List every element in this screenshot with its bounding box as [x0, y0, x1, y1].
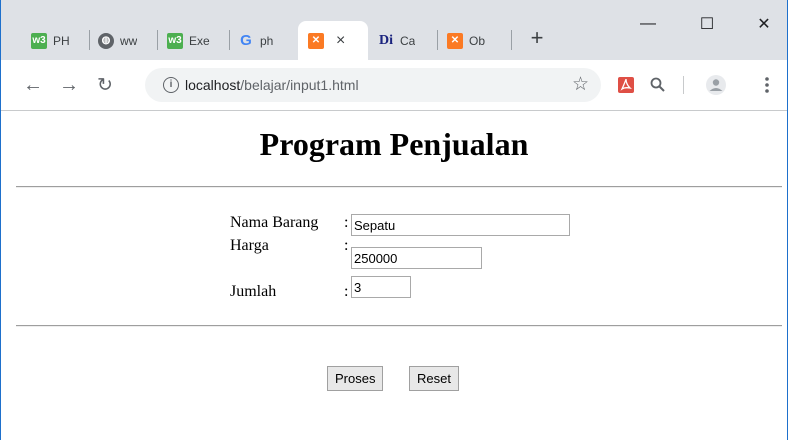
tab-active-xampp[interactable]: ✕ ×	[298, 21, 368, 60]
horizontal-rule	[16, 325, 782, 327]
minimize-button[interactable]: —	[625, 10, 671, 38]
browser-toolbar: ← → ↻ i localhost/belajar/input1.html ☆	[1, 60, 787, 111]
maximize-button[interactable]: ☐	[684, 10, 730, 38]
w3schools-icon: w3	[31, 32, 47, 49]
tab-php[interactable]: w3 PH	[31, 21, 81, 60]
browser-window: w3 PH ◍ ww w3 Exe G ph ✕ × Di Ca ✕ Ob + …	[0, 0, 788, 440]
nama-barang-input[interactable]	[351, 214, 570, 236]
jumlah-input[interactable]	[351, 276, 411, 298]
address-bar[interactable]: i localhost/belajar/input1.html ☆	[145, 68, 601, 102]
reset-button[interactable]: Reset	[409, 366, 459, 391]
tab-separator	[89, 30, 90, 50]
reload-icon[interactable]: ↻	[93, 73, 117, 97]
w3schools-icon: w3	[167, 32, 183, 49]
tab-strip: w3 PH ◍ ww w3 Exe G ph ✕ × Di Ca ✕ Ob + …	[1, 0, 787, 60]
tab-separator	[229, 30, 230, 50]
tab-exercise[interactable]: w3 Exe	[167, 21, 222, 60]
page-content: Program Penjualan Nama Barang : Harga : …	[1, 111, 787, 440]
horizontal-rule	[16, 186, 782, 188]
xampp-icon: ✕	[308, 32, 324, 49]
menu-dots-icon[interactable]	[755, 73, 779, 97]
harga-input[interactable]	[351, 247, 482, 269]
close-window-button[interactable]: ✕	[741, 10, 787, 38]
bookmark-star-icon[interactable]: ☆	[572, 73, 589, 96]
page-title: Program Penjualan	[259, 126, 529, 162]
new-tab-button[interactable]: +	[525, 24, 549, 52]
tab-dictionary[interactable]: Di Ca	[378, 21, 433, 60]
nama-barang-label: Nama Barang	[230, 214, 319, 231]
tab-separator	[437, 30, 438, 50]
tab-close-icon[interactable]: ×	[336, 32, 345, 50]
tab-separator	[511, 30, 512, 50]
xampp-icon: ✕	[447, 32, 463, 49]
google-icon: G	[240, 32, 252, 49]
colon-separator: :	[344, 237, 349, 254]
colon-separator: :	[344, 283, 349, 300]
tab-xampp-ob[interactable]: ✕ Ob	[447, 21, 502, 60]
back-arrow-icon[interactable]: ←	[21, 73, 45, 97]
harga-label: Harga	[230, 237, 269, 254]
url-text[interactable]: localhost/belajar/input1.html	[185, 77, 359, 93]
profile-avatar-icon[interactable]	[704, 73, 728, 97]
search-extension-icon[interactable]	[646, 73, 670, 97]
pdf-extension-icon[interactable]	[614, 73, 638, 97]
globe-icon: ◍	[98, 32, 114, 49]
toolbar-separator	[683, 76, 684, 94]
dictionary-icon: Di	[379, 32, 393, 48]
forward-arrow-icon[interactable]: →	[57, 73, 81, 97]
proses-button[interactable]: Proses	[327, 366, 384, 391]
site-info-icon[interactable]: i	[163, 77, 179, 93]
jumlah-label: Jumlah	[230, 283, 277, 300]
colon-separator: :	[344, 214, 349, 231]
tab-www[interactable]: ◍ ww	[98, 21, 148, 60]
tab-google[interactable]: G ph	[238, 21, 293, 60]
tab-separator	[157, 30, 158, 50]
